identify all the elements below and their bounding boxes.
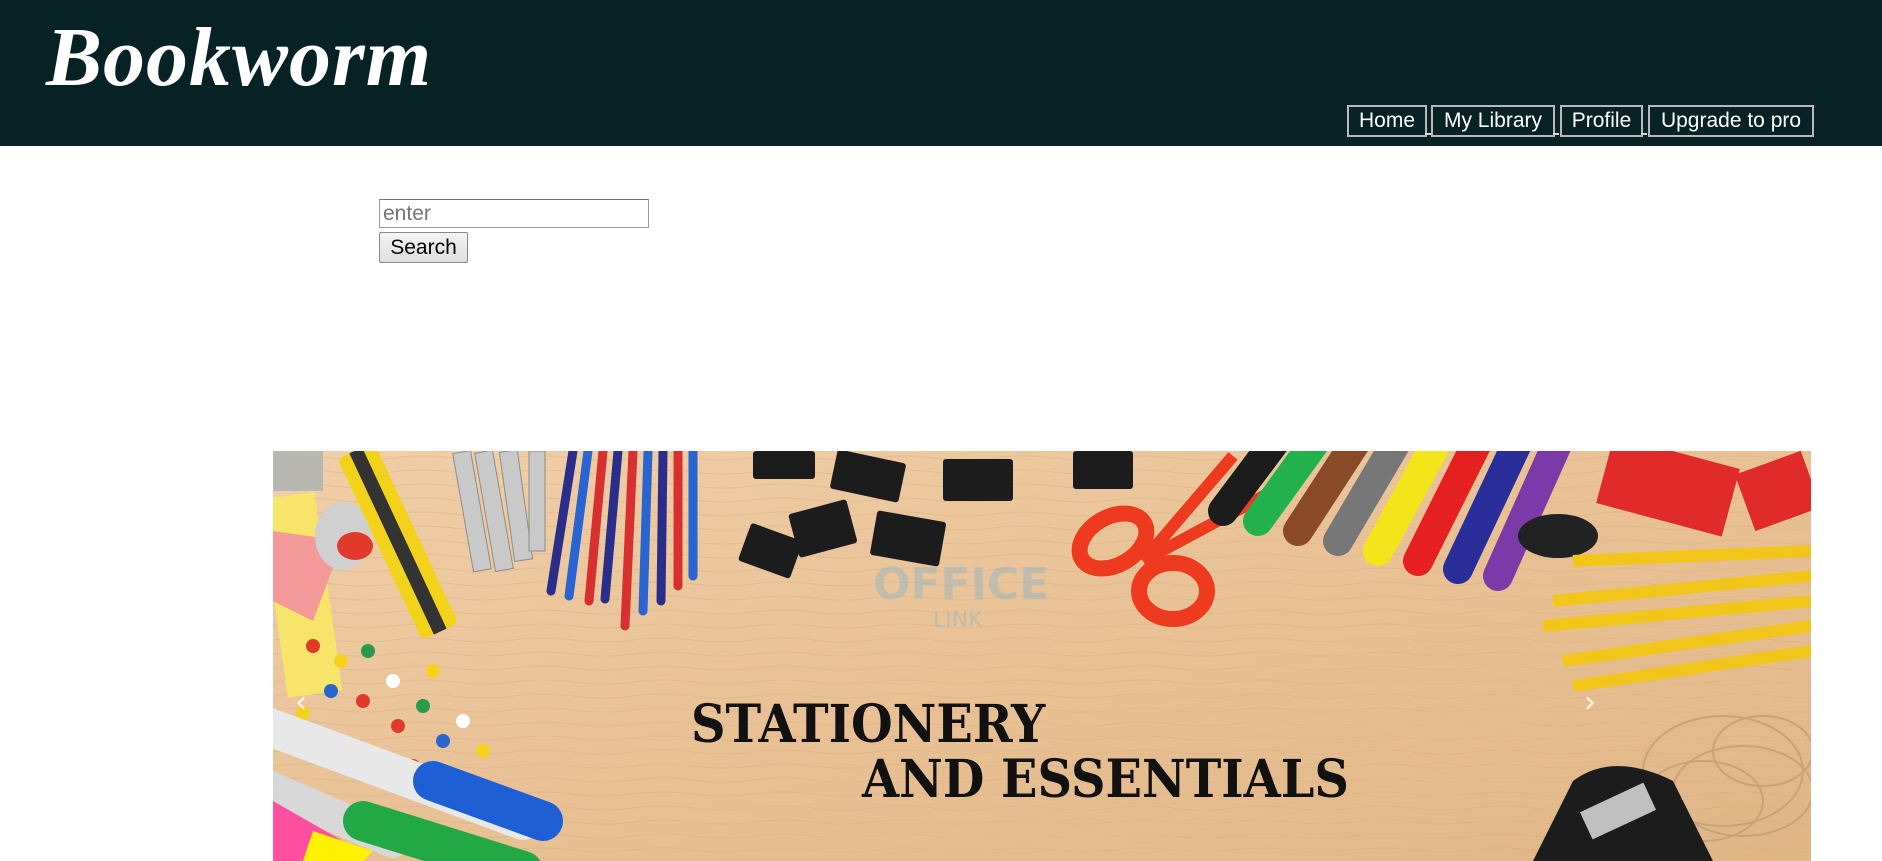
nav-separator	[1641, 133, 1647, 135]
site-logo[interactable]: Bookworm	[46, 8, 432, 108]
svg-text:LINK: LINK	[933, 608, 983, 633]
nav-upgrade-button[interactable]: Upgrade to pro	[1648, 105, 1814, 137]
header-bar: Bookworm Home My Library Profile Upgrade…	[0, 0, 1882, 146]
carousel-next-icon[interactable]: ›	[1584, 688, 1596, 718]
svg-text:OFFICE: OFFICE	[873, 559, 1049, 610]
nav-my-library-button[interactable]: My Library	[1431, 105, 1555, 137]
search-input[interactable]	[379, 199, 649, 228]
banner-headline-line2: AND ESSENTIALS	[862, 749, 1349, 810]
carousel-prev-icon[interactable]: ‹	[295, 688, 307, 718]
nav-profile-button[interactable]: Profile	[1560, 105, 1643, 137]
nav-separator	[1553, 133, 1559, 135]
nav-home-button[interactable]: Home	[1347, 105, 1427, 137]
search-button[interactable]: Search	[379, 232, 468, 263]
banner-headline-line1: STATIONERY	[691, 694, 1046, 755]
